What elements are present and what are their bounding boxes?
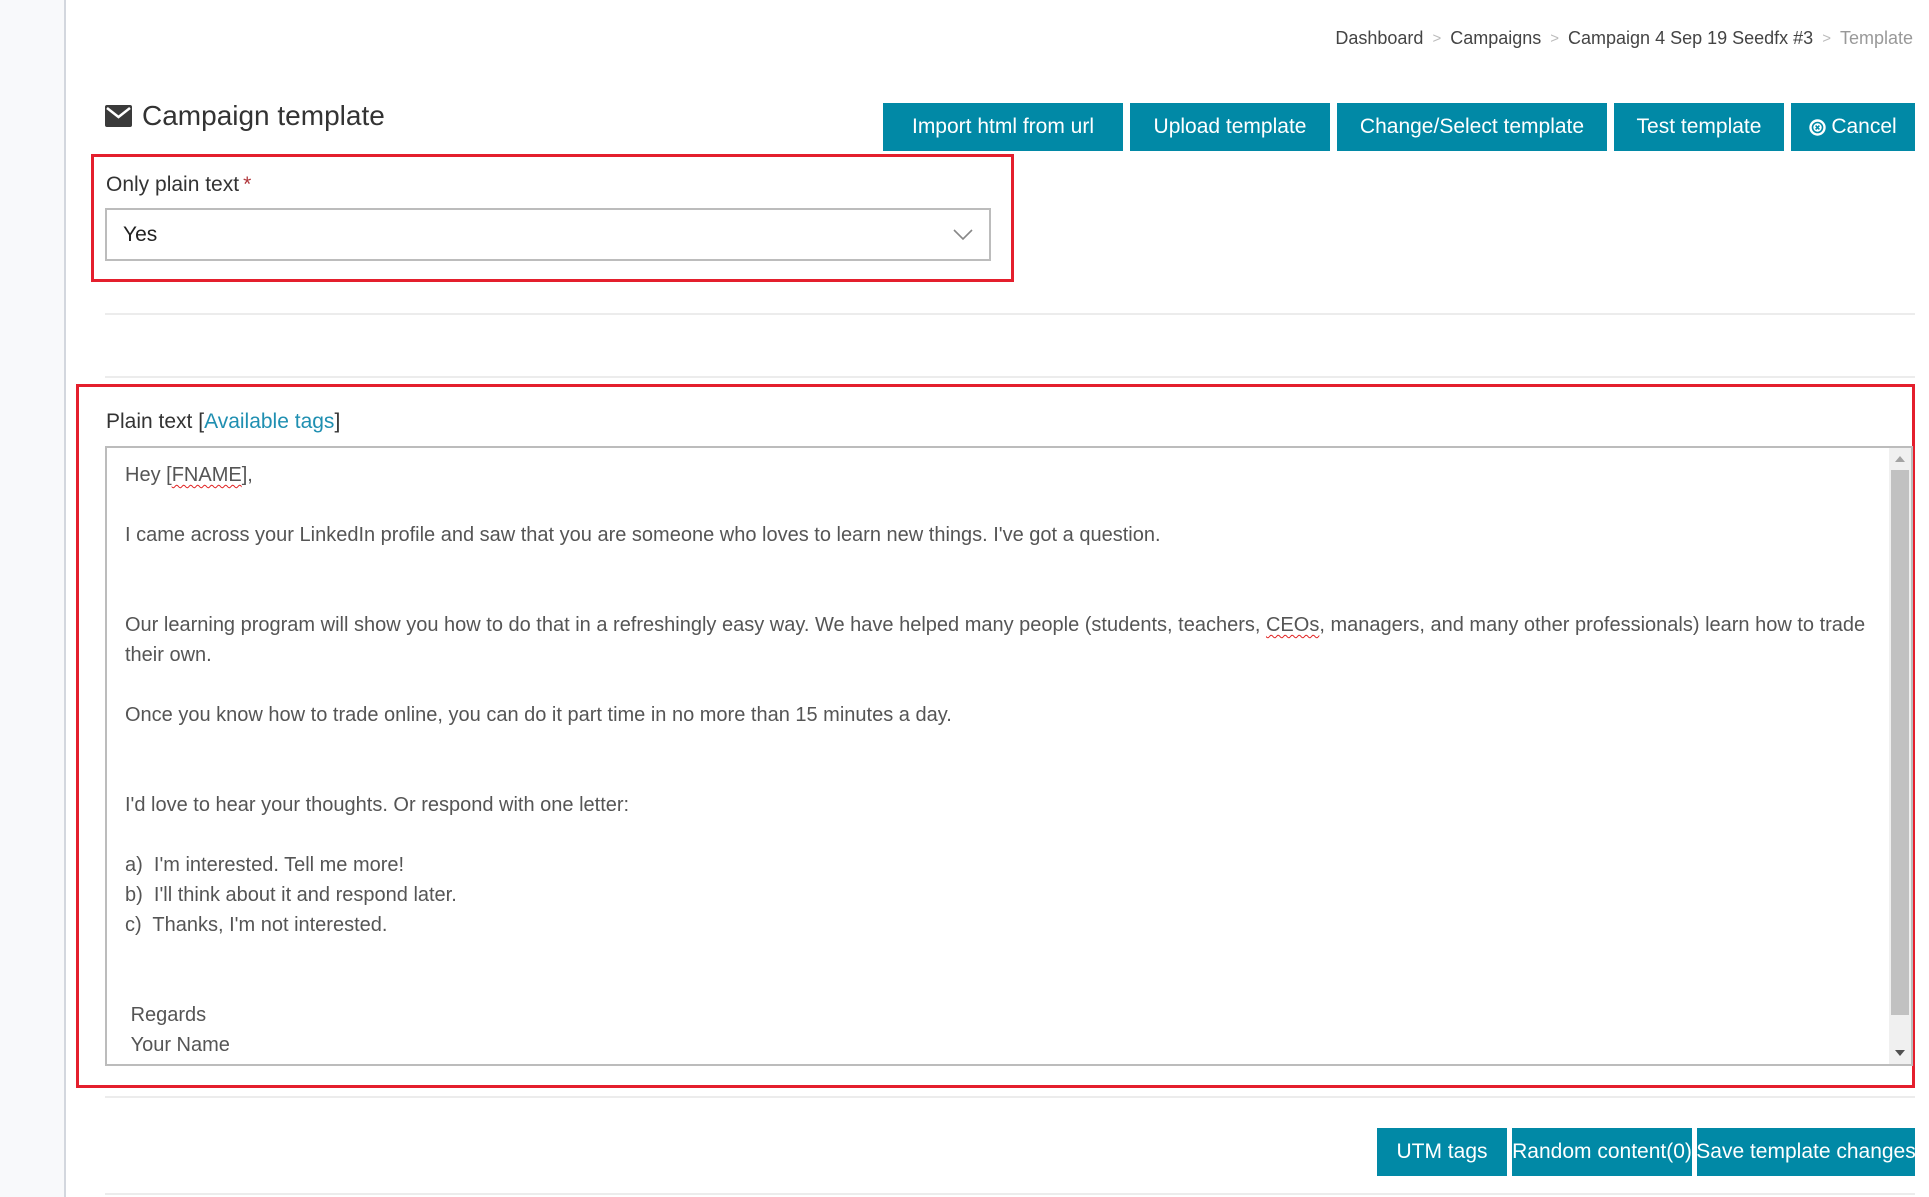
breadcrumb-dashboard[interactable]: Dashboard xyxy=(1335,28,1423,49)
breadcrumb-separator: > xyxy=(1432,30,1442,47)
scroll-down-button[interactable] xyxy=(1889,1042,1911,1064)
text-line: Our learning program will show you how t… xyxy=(125,614,1871,666)
change-select-template-button[interactable]: Change/Select template xyxy=(1337,103,1607,151)
scroll-up-arrow-icon xyxy=(1895,456,1905,462)
only-plain-text-label-text: Only plain text xyxy=(106,173,240,196)
page-title-text: Campaign template xyxy=(142,100,385,131)
left-sidebar xyxy=(0,0,66,1197)
plain-text-label-suffix: ] xyxy=(334,410,341,433)
divider xyxy=(105,313,1915,315)
random-content-button[interactable]: Random content(0) xyxy=(1512,1128,1692,1176)
plain-text-label-prefix: Plain text [ xyxy=(106,410,205,433)
template-toolbar: Import html from url Upload template Cha… xyxy=(883,103,1915,151)
text-line xyxy=(125,490,1871,520)
import-html-button[interactable]: Import html from url xyxy=(883,103,1123,151)
text-line: b) I'll think about it and respond later… xyxy=(125,884,457,906)
envelope-icon xyxy=(105,105,132,127)
text-line xyxy=(125,970,1871,1000)
plain-text-textarea[interactable]: Hey [FNAME], I came across your LinkedIn … xyxy=(105,446,1913,1066)
divider xyxy=(105,376,1915,378)
text-line xyxy=(125,550,1871,580)
divider xyxy=(105,1193,1915,1195)
cancel-label: Cancel xyxy=(1831,115,1897,138)
chevron-down-icon xyxy=(953,228,973,240)
text-line xyxy=(125,670,1871,700)
text-line xyxy=(125,580,1871,610)
misspelled-word: FNAME xyxy=(171,464,242,486)
scroll-up-button[interactable] xyxy=(1889,448,1911,470)
scroll-thumb[interactable] xyxy=(1891,470,1909,1015)
text-line: Hey [FNAME], xyxy=(125,464,253,486)
breadcrumb-current: Template xyxy=(1839,28,1913,48)
text-line xyxy=(125,730,1871,760)
text-line: Your Name xyxy=(125,1034,230,1056)
breadcrumb-campaign[interactable]: Campaign 4 Sep 19 Seedfx #3 xyxy=(1568,28,1813,49)
text-line: I'd love to hear your thoughts. Or respo… xyxy=(125,794,630,816)
test-template-button[interactable]: Test template xyxy=(1614,103,1784,151)
text-line: c) Thanks, I'm not interested. xyxy=(125,914,388,936)
text-line xyxy=(125,940,1871,970)
scroll-down-arrow-icon xyxy=(1895,1050,1905,1056)
upload-template-button[interactable]: Upload template xyxy=(1130,103,1330,151)
only-plain-text-select[interactable]: Yes xyxy=(105,208,991,261)
cancel-button[interactable]: Cancel xyxy=(1791,103,1915,151)
save-template-button[interactable]: Save template changes xyxy=(1696,1128,1916,1176)
misspelled-word: CEOs xyxy=(1265,614,1320,636)
text-line: a) I'm interested. Tell me more! xyxy=(125,854,405,876)
breadcrumb-campaigns[interactable]: Campaigns xyxy=(1450,28,1541,49)
text-line: Regards xyxy=(125,1004,207,1026)
text-line xyxy=(125,820,1871,850)
text-line: I came across your LinkedIn profile and … xyxy=(125,524,1161,546)
divider xyxy=(105,1096,1915,1098)
times-circle-icon xyxy=(1809,118,1827,136)
textarea-scrollbar[interactable] xyxy=(1889,448,1911,1064)
required-marker: * xyxy=(243,173,252,196)
footer-toolbar: UTM tags Random content(0) Save template… xyxy=(1377,1128,1916,1176)
only-plain-text-label: Only plain text * xyxy=(106,173,251,197)
page-title: Campaign template xyxy=(105,100,385,132)
breadcrumb-separator: > xyxy=(1550,30,1560,47)
breadcrumb-separator: > xyxy=(1822,30,1831,47)
text-line: Once you know how to trade online, you c… xyxy=(125,704,952,726)
plain-text-content[interactable]: Hey [FNAME], I came across your LinkedIn … xyxy=(125,460,1871,1060)
available-tags-link[interactable]: Available tags xyxy=(204,410,334,433)
plain-text-label: Plain text [Available tags] xyxy=(106,410,340,434)
text-line xyxy=(125,760,1871,790)
breadcrumb: Dashboard > Campaigns > Campaign 4 Sep 1… xyxy=(1335,28,1913,49)
utm-tags-button[interactable]: UTM tags xyxy=(1377,1128,1507,1176)
only-plain-text-value: Yes xyxy=(123,222,158,246)
